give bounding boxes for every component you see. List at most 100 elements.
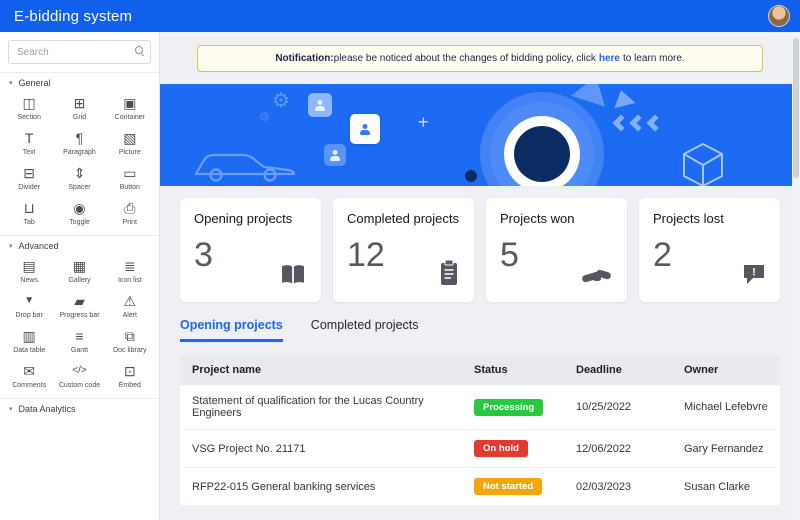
table-row[interactable]: RFP22-015 General banking services Not s…	[180, 468, 780, 506]
user-avatar[interactable]	[768, 5, 790, 27]
widget-spacer[interactable]: ⇕Spacer	[54, 165, 104, 191]
tab-opening-projects[interactable]: Opening projects	[180, 318, 283, 342]
col-status: Status	[462, 355, 564, 385]
widget-alert[interactable]: ⚠Alert	[105, 293, 155, 319]
chevron-down-icon: ▾	[9, 405, 13, 413]
widget-paragraph[interactable]: ¶Paragraph	[54, 130, 104, 156]
widget-print[interactable]: ⎙Print	[105, 200, 155, 226]
widget-label: Progress bar	[59, 312, 99, 319]
clipboard-icon	[438, 260, 460, 286]
custom-code-icon: </>	[72, 363, 86, 379]
stat-title: Projects lost	[653, 211, 766, 226]
cell-deadline: 12/06/2022	[564, 430, 672, 468]
search-box	[8, 40, 151, 64]
sidebar-section-general[interactable]: ▾ General	[0, 72, 159, 92]
sidebar-section-data-analytics[interactable]: ▾ Data Analytics	[0, 398, 159, 418]
icon-list-icon: ≣	[124, 258, 136, 274]
report-icon: !	[742, 262, 766, 286]
widget-embed[interactable]: ⊡Embed	[105, 363, 155, 389]
status-badge: Processing	[474, 399, 543, 416]
widget-toggle[interactable]: ◉Toggle	[54, 200, 104, 226]
widget-picture[interactable]: ▧Picture	[105, 130, 155, 156]
widget-button[interactable]: ▭Button	[105, 165, 155, 191]
widget-comments[interactable]: ✉ Comments	[4, 363, 54, 389]
top-bar: E-bidding system	[0, 0, 800, 32]
stat-card-projects-won: Projects won 5	[486, 198, 627, 302]
widget-container[interactable]: ▣Container	[105, 95, 155, 121]
stat-card-opening-projects: Opening projects 3	[180, 198, 321, 302]
widget-data-table[interactable]: ▥Data table	[4, 328, 54, 354]
triangle-graphic	[571, 84, 613, 107]
stat-cards: Opening projects 3 Completed projects 12	[160, 186, 800, 302]
user-card-icon	[308, 93, 332, 117]
cell-project: Statement of qualification for the Lucas…	[180, 385, 462, 430]
widget-custom-code[interactable]: </> Custom code	[54, 363, 104, 389]
hero-banner: ⚙ ⚙ +	[160, 84, 800, 186]
widget-text[interactable]: TText	[4, 130, 54, 156]
search-icon	[135, 46, 144, 55]
widget-label: Icon list	[118, 277, 142, 284]
cell-owner: Gary Fernandez	[672, 430, 780, 468]
dot-graphic	[465, 170, 477, 182]
table-header-row: Project name Status Deadline Owner	[180, 355, 780, 385]
widget-label: Container	[115, 114, 145, 121]
paragraph-icon: ¶	[76, 130, 84, 146]
widget-label: Comments	[12, 382, 46, 389]
main-content: Notification: please be noticed about th…	[160, 32, 800, 520]
widget-gallery[interactable]: ▦ Gallery	[54, 258, 104, 284]
widget-drop-bar[interactable]: ▼Drop bar	[4, 293, 54, 319]
section-label: General	[19, 78, 51, 88]
widget-label: Custom code	[59, 382, 100, 389]
stat-title: Opening projects	[194, 211, 307, 226]
grid-icon: ⊞	[74, 95, 86, 111]
text-icon: T	[25, 130, 34, 146]
widget-section[interactable]: ◫Section	[4, 95, 54, 121]
news-icon: ▤	[23, 258, 36, 274]
cell-deadline: 02/03/2023	[564, 468, 672, 506]
widget-label: Gallery	[68, 277, 90, 284]
widget-label: Grid	[73, 114, 86, 121]
doc-library-icon: ⧉	[125, 328, 135, 344]
widget-label: Doc library	[113, 347, 146, 354]
book-icon	[279, 264, 307, 286]
cell-owner: Michael Lefebvre	[672, 385, 780, 430]
sidebar-section-advanced[interactable]: ▾ Advanced	[0, 235, 159, 255]
car-icon	[190, 146, 302, 184]
cube-icon	[682, 142, 724, 186]
widget-label: Data table	[13, 347, 45, 354]
notification-text: please be noticed about the changes of b…	[334, 53, 596, 64]
table-row[interactable]: VSG Project No. 21171 On hold 12/06/2022…	[180, 430, 780, 468]
widget-icon-list[interactable]: ≣ Icon list	[105, 258, 155, 284]
widget-tab[interactable]: ⊔Tab	[4, 200, 54, 226]
tab-completed-projects[interactable]: Completed projects	[311, 318, 419, 342]
widget-label: Picture	[119, 149, 141, 156]
widget-label: Gantt	[71, 347, 88, 354]
search-input[interactable]	[8, 40, 151, 64]
chevrons-left-icon	[615, 116, 666, 134]
button-icon: ▭	[123, 165, 136, 181]
widget-gantt[interactable]: ≡ Gantt	[54, 328, 104, 354]
widget-grid[interactable]: ⊞ Grid	[54, 95, 104, 121]
widget-label: Toggle	[69, 219, 90, 226]
notification-link[interactable]: here	[599, 53, 620, 64]
comments-icon: ✉	[23, 363, 35, 379]
widget-label: Alert	[123, 312, 137, 319]
widget-label: Spacer	[68, 184, 90, 191]
widget-progress-bar[interactable]: ▰Progress bar	[54, 293, 104, 319]
stat-title: Projects won	[500, 211, 613, 226]
gallery-icon: ▦	[73, 258, 86, 274]
scrollbar-thumb[interactable]	[793, 38, 799, 178]
widget-news[interactable]: ▤News	[4, 258, 54, 284]
widget-divider[interactable]: ⊟Divider	[4, 165, 54, 191]
table-row[interactable]: Statement of qualification for the Lucas…	[180, 385, 780, 430]
user-card-icon	[324, 144, 346, 166]
triangle-graphic	[610, 88, 635, 109]
col-project-name: Project name	[180, 355, 462, 385]
widget-grid-advanced: ▤News ▦ Gallery ≣ Icon list ▼Drop bar ▰Pro…	[0, 255, 159, 398]
svg-text:!: !	[752, 267, 756, 279]
project-tabs: Opening projects Completed projects	[160, 302, 800, 342]
tab-icon: ⊔	[24, 200, 35, 216]
status-badge: On hold	[474, 440, 528, 457]
gantt-icon: ≡	[75, 328, 83, 344]
widget-doc-library[interactable]: ⧉ Doc library	[105, 328, 155, 354]
